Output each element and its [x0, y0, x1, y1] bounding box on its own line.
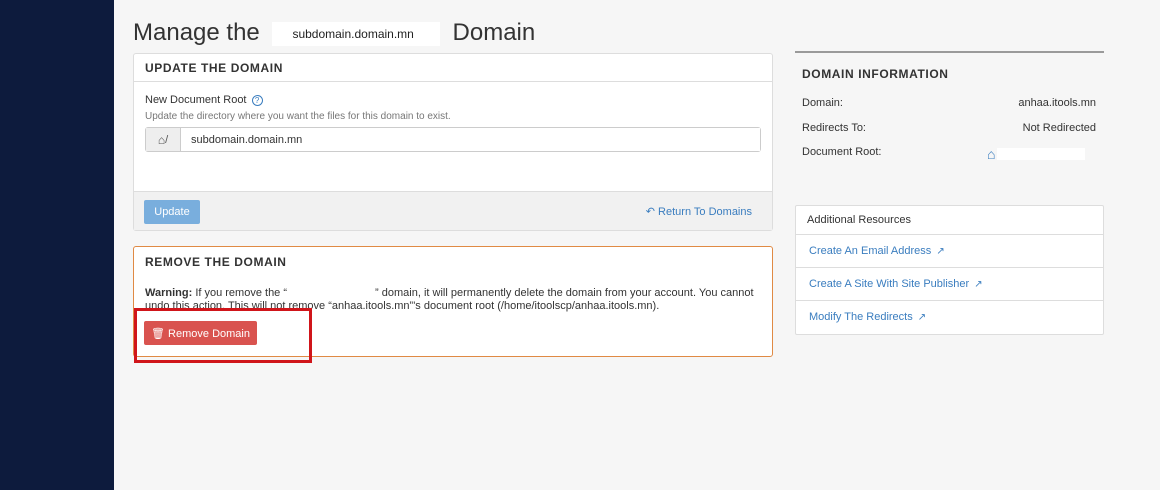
resource-link-site-publisher[interactable]: Create A Site With Site Publisher ↗ — [796, 268, 1103, 301]
reply-arrow-icon: ↶ — [645, 206, 655, 218]
resource-link-label: Create An Email Address — [809, 245, 932, 257]
left-sidebar — [0, 0, 114, 490]
document-root-value: ⌂ — [987, 146, 1086, 162]
question-circle-icon[interactable]: ? — [251, 95, 263, 106]
resource-link-email[interactable]: Create An Email Address ↗ — [796, 235, 1103, 268]
update-domain-panel: UPDATE THE DOMAIN New Document Root ? Up… — [133, 53, 773, 231]
info-label: Domain: — [802, 97, 843, 109]
warning-label: Warning: — [145, 287, 193, 299]
info-value: anhaa.itools.mn — [1018, 97, 1096, 109]
document-root-label: New Document Root ? — [145, 94, 263, 106]
external-link-icon: ↗ — [974, 279, 983, 290]
info-label: Redirects To: — [802, 122, 866, 134]
document-root-addon: ⌂ / — [146, 128, 181, 151]
page-title-suffix: Domain — [452, 19, 536, 46]
document-root-help: Update the directory where you want the … — [145, 111, 451, 122]
update-button[interactable]: Update — [144, 200, 200, 224]
addon-slash: / — [165, 133, 169, 146]
resource-link-redirects[interactable]: Modify The Redirects ↗ — [796, 301, 1103, 334]
return-to-domains-link[interactable]: ↶ Return To Domains — [646, 205, 752, 218]
resource-link-label: Create A Site With Site Publisher — [809, 278, 970, 290]
home-icon[interactable]: ⌂ — [987, 146, 995, 162]
document-root-label-text: New Document Root — [145, 94, 247, 106]
update-domain-heading: UPDATE THE DOMAIN — [134, 54, 772, 82]
document-root-input[interactable] — [181, 128, 760, 151]
info-value: Not Redirected — [1022, 122, 1096, 134]
external-link-icon: ↗ — [917, 312, 927, 323]
additional-resources-heading: Additional Resources — [796, 206, 1103, 235]
additional-resources: Additional Resources Create An Email Add… — [795, 205, 1104, 335]
page-title-domain: subdomain.domain.mn — [272, 21, 440, 46]
resource-link-label: Modify The Redirects — [809, 311, 913, 323]
update-panel-footer: Update ↶ Return To Domains — [134, 191, 772, 230]
return-to-domains-label: Return To Domains — [658, 206, 752, 218]
document-root-input-group: ⌂ / — [145, 127, 761, 152]
redacted-domain — [287, 287, 376, 299]
info-row-document-root: Document Root: ⌂ — [802, 146, 1096, 162]
home-icon: ⌂ — [157, 132, 166, 147]
remove-domain-heading: REMOVE THE DOMAIN — [145, 255, 287, 269]
domain-information: DOMAIN INFORMATION Domain: anhaa.itools.… — [795, 51, 1104, 171]
info-label: Document Root: — [802, 146, 882, 158]
external-link-icon: ↗ — [936, 246, 945, 257]
warning-text-part1: If you remove the “ — [195, 287, 288, 299]
page-title: Manage the subdomain.domain.mn Domain — [133, 17, 535, 49]
page-title-prefix: Manage the — [133, 19, 260, 46]
info-row-redirects: Redirects To: Not Redirected — [802, 122, 1096, 134]
redacted-document-root — [997, 148, 1086, 160]
domain-information-heading: DOMAIN INFORMATION — [802, 67, 949, 81]
highlight-annotation-box — [134, 308, 312, 363]
info-row-domain: Domain: anhaa.itools.mn — [802, 97, 1096, 109]
